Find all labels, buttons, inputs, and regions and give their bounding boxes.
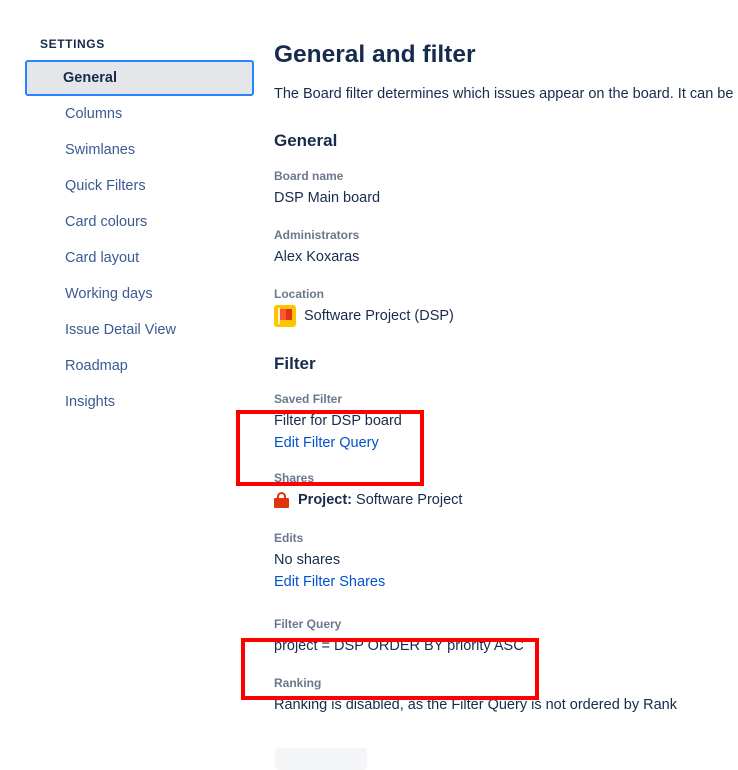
sidebar-item-columns[interactable]: Columns	[25, 96, 254, 132]
ranking-label: Ranking	[274, 676, 322, 690]
project-flag-icon	[274, 305, 296, 327]
sidebar-item-card-colours[interactable]: Card colours	[25, 204, 254, 240]
edits-value: No shares	[274, 552, 341, 568]
sidebar-item-insights[interactable]: Insights	[25, 384, 254, 420]
section-heading-filter: Filter	[274, 354, 316, 373]
saved-filter-value: Filter for DSP board	[274, 413, 402, 429]
board-name-label: Board name	[274, 169, 344, 183]
board-name-value: DSP Main board	[274, 190, 381, 206]
shares-value: Project: Software Project	[298, 489, 462, 511]
sidebar-item-issue-detail-view[interactable]: Issue Detail View	[25, 312, 254, 348]
edit-filter-query-link[interactable]: Edit Filter Query	[274, 432, 379, 454]
sidebar-item-quick-filters[interactable]: Quick Filters	[25, 168, 254, 204]
field-ranking: Ranking Ranking is disabled, as the Filt…	[274, 675, 738, 716]
lock-icon	[274, 492, 289, 508]
filter-query-value: project = DSP ORDER BY priority ASC	[274, 638, 524, 654]
sidebar-item-roadmap[interactable]: Roadmap	[25, 348, 254, 384]
location-value: Software Project (DSP)	[304, 308, 454, 324]
location-value-row: Software Project (DSP)	[274, 305, 738, 327]
page-description: The Board filter determines which issues…	[274, 86, 738, 102]
filter-query-label: Filter Query	[274, 617, 342, 631]
page-title: General and filter	[274, 41, 476, 68]
sidebar-nav-list: General Columns Swimlanes Quick Filters …	[0, 60, 268, 420]
ranking-value: Ranking is disabled, as the Filter Query…	[274, 697, 677, 713]
edits-label: Edits	[274, 531, 304, 545]
partially-visible-button[interactable]	[275, 748, 367, 770]
field-saved-filter: Saved Filter Filter for DSP board Edit F…	[274, 391, 738, 454]
edit-filter-shares-link[interactable]: Edit Filter Shares	[274, 571, 385, 593]
shares-label: Shares	[274, 471, 315, 485]
administrators-value: Alex Koxaras	[274, 249, 360, 265]
sidebar-heading: SETTINGS	[40, 37, 105, 51]
field-shares: Shares Project: Software Project	[274, 470, 738, 511]
shares-scope-label: Project:	[298, 492, 352, 508]
field-location: Location Software Project (DSP)	[274, 286, 738, 327]
settings-sidebar: SETTINGS General Columns Swimlanes Quick…	[0, 0, 268, 759]
field-edits: Edits No shares Edit Filter Shares	[274, 530, 738, 593]
sidebar-item-swimlanes[interactable]: Swimlanes	[25, 132, 254, 168]
settings-main-panel: General and filter The Board filter dete…	[268, 0, 738, 759]
shares-scope-value: Software Project	[356, 492, 463, 508]
sidebar-item-working-days[interactable]: Working days	[25, 276, 254, 312]
administrators-label: Administrators	[274, 228, 360, 242]
field-administrators: Administrators Alex Koxaras	[274, 227, 738, 268]
saved-filter-label: Saved Filter	[274, 392, 343, 406]
field-filter-query: Filter Query project = DSP ORDER BY prio…	[274, 616, 738, 657]
sidebar-item-card-layout[interactable]: Card layout	[25, 240, 254, 276]
section-heading-general: General	[274, 131, 338, 150]
location-label: Location	[274, 287, 324, 301]
field-board-name: Board name DSP Main board	[274, 168, 738, 209]
sidebar-item-general[interactable]: General	[25, 60, 254, 96]
shares-value-row: Project: Software Project	[274, 489, 738, 511]
